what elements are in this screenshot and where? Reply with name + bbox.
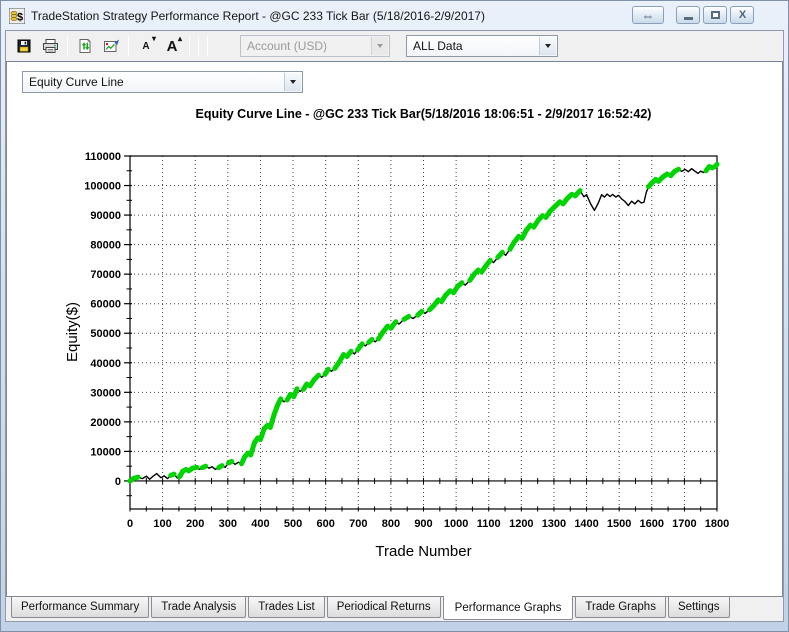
tab-trade-analysis[interactable]: Trade Analysis	[151, 597, 247, 618]
chevron-down-icon	[539, 37, 556, 55]
toolbar-separator	[128, 36, 129, 56]
minimize-icon	[683, 17, 693, 20]
toolbar: A ▾ A ▴ Account (USD) ALL Data	[6, 31, 783, 61]
print-icon	[42, 39, 58, 53]
equity-chart: Equity Curve Line - @GC 233 Tick Bar(5/1…	[64, 107, 729, 560]
refresh-icon	[79, 38, 91, 53]
svg-text:10000: 10000	[90, 446, 121, 458]
save-icon	[17, 39, 31, 53]
graph-type-combobox[interactable]: Equity Curve Line	[22, 71, 303, 93]
svg-text:200: 200	[186, 518, 204, 530]
font-increase-icon: A	[166, 37, 178, 55]
close-button[interactable]: X	[730, 6, 754, 24]
svg-text:1400: 1400	[574, 518, 598, 530]
svg-text:$: $	[17, 11, 23, 23]
svg-text:50000: 50000	[90, 328, 121, 340]
svg-text:400: 400	[251, 518, 269, 530]
equity-curve-chart: Equity Curve Line - @GC 233 Tick Bar(5/1…	[7, 96, 782, 574]
chevron-down-icon	[371, 37, 388, 55]
svg-text:500: 500	[284, 518, 302, 530]
export-graph-button[interactable]	[98, 34, 124, 58]
svg-text:700: 700	[349, 518, 367, 530]
svg-text:80000: 80000	[90, 240, 121, 252]
data-range-combobox-value: ALL Data	[413, 39, 463, 53]
tab-trades-list[interactable]: Trades List	[248, 597, 325, 618]
refresh-button[interactable]	[72, 34, 98, 58]
title-bar: $ TradeStation Strategy Performance Repo…	[1, 1, 788, 30]
svg-text:110000: 110000	[85, 151, 121, 163]
save-button[interactable]	[11, 34, 37, 58]
tab-periodical-returns[interactable]: Periodical Returns	[326, 597, 441, 618]
dock-button[interactable]: ⇔	[632, 6, 664, 24]
font-decrease-icon: A	[142, 40, 150, 52]
tab-performance-graphs[interactable]: Performance Graphs	[442, 596, 574, 620]
close-icon: X	[738, 9, 746, 21]
svg-text:1700: 1700	[672, 518, 696, 530]
svg-text:1300: 1300	[542, 518, 566, 530]
svg-text:Equity Curve Line - @GC 233 Ti: Equity Curve Line - @GC 233 Tick Bar(5/1…	[196, 107, 652, 121]
window-title: TradeStation Strategy Performance Report…	[31, 8, 485, 23]
data-range-combobox[interactable]: ALL Data	[406, 35, 558, 57]
font-decrease-button[interactable]: A ▾	[133, 34, 159, 58]
toolbar-separator	[198, 36, 199, 56]
tab-performance-summary[interactable]: Performance Summary	[11, 597, 150, 618]
svg-text:600: 600	[316, 518, 334, 530]
svg-text:20000: 20000	[90, 417, 121, 429]
svg-text:100: 100	[153, 518, 171, 530]
account-combobox-value: Account (USD)	[247, 39, 328, 53]
svg-text:Trade Number: Trade Number	[375, 543, 471, 560]
export-graph-icon	[103, 39, 119, 52]
svg-text:Equity($): Equity($)	[64, 302, 81, 362]
svg-text:1500: 1500	[607, 518, 631, 530]
maximize-icon	[710, 11, 720, 19]
svg-text:800: 800	[382, 518, 400, 530]
dock-icon: ⇔	[641, 7, 655, 23]
chevron-down-icon	[284, 73, 301, 91]
svg-text:1100: 1100	[477, 518, 501, 530]
client-area: A ▾ A ▴ Account (USD) ALL Data Equity Cu…	[5, 30, 784, 622]
svg-text:1200: 1200	[509, 518, 533, 530]
svg-text:70000: 70000	[90, 269, 121, 281]
svg-text:900: 900	[414, 518, 432, 530]
tab-settings[interactable]: Settings	[667, 597, 730, 618]
svg-text:300: 300	[219, 518, 237, 530]
toolbar-separator	[67, 36, 68, 56]
tradestation-report-window: $ TradeStation Strategy Performance Repo…	[0, 0, 789, 632]
svg-text:90000: 90000	[90, 210, 121, 222]
svg-text:0: 0	[127, 518, 133, 530]
font-increase-button[interactable]: A ▴	[159, 34, 185, 58]
tab-trade-graphs[interactable]: Trade Graphs	[575, 597, 666, 618]
svg-text:40000: 40000	[90, 358, 121, 370]
svg-text:0: 0	[115, 476, 121, 488]
toolbar-separator	[189, 36, 190, 56]
graph-type-combobox-value: Equity Curve Line	[29, 75, 124, 89]
print-button[interactable]	[37, 34, 63, 58]
svg-text:1000: 1000	[444, 518, 468, 530]
svg-text:60000: 60000	[90, 299, 121, 311]
minimize-button[interactable]	[676, 6, 700, 24]
svg-text:1600: 1600	[640, 518, 664, 530]
svg-text:30000: 30000	[90, 387, 121, 399]
app-icon: $	[9, 7, 25, 24]
svg-text:100000: 100000	[84, 181, 121, 193]
toolbar-separator	[207, 36, 208, 56]
account-combobox[interactable]: Account (USD)	[240, 35, 390, 57]
report-tab-bar: Performance Summary Trade Analysis Trade…	[6, 596, 783, 621]
maximize-button[interactable]	[703, 6, 727, 24]
report-page: Equity Curve Line Equity Curve Line - @G…	[6, 61, 783, 597]
svg-text:1800: 1800	[705, 518, 729, 530]
